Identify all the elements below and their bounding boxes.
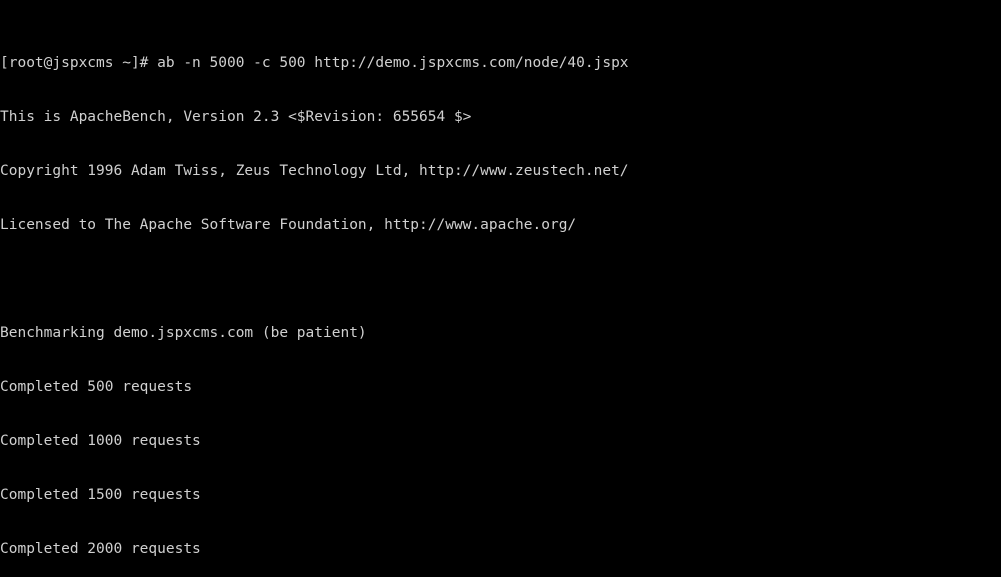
license-line: Licensed to The Apache Software Foundati… [0,217,577,233]
terminal-window[interactable]: [root@jspxcms ~]# ab -n 5000 -c 500 http… [0,0,1001,577]
progress-line: Completed 1500 requests [0,487,201,503]
progress-line: Completed 1000 requests [0,433,201,449]
terminal-screen[interactable]: [root@jspxcms ~]# ab -n 5000 -c 500 http… [0,0,629,577]
command-line: [root@jspxcms ~]# ab -n 5000 -c 500 http… [0,55,629,71]
progress-line: Completed 2000 requests [0,541,201,557]
progress-line: Completed 500 requests [0,379,193,395]
benchmarking-line: Benchmarking demo.jspxcms.com (be patien… [0,325,367,341]
apachebench-version-line: This is ApacheBench, Version 2.3 <$Revis… [0,109,472,125]
copyright-line: Copyright 1996 Adam Twiss, Zeus Technolo… [0,163,629,179]
